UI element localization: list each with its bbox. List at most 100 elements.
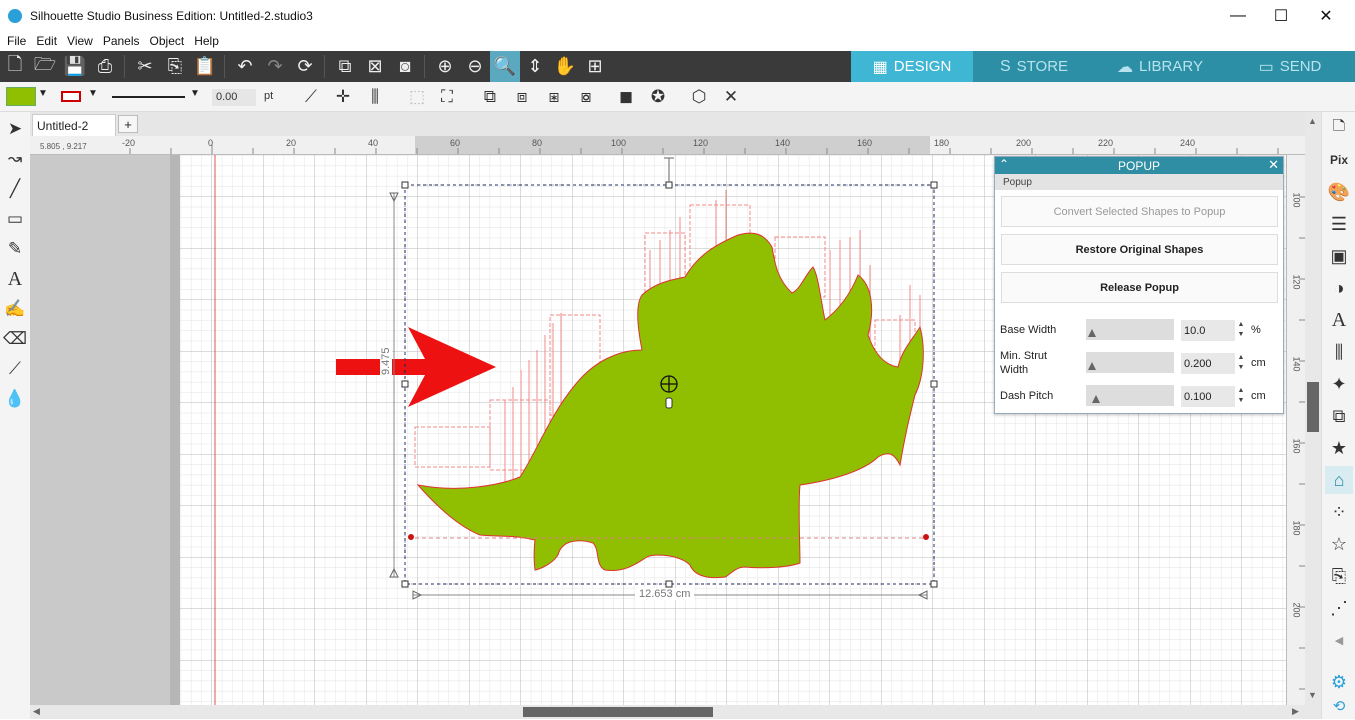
star-icon[interactable]: ✪ <box>644 84 672 110</box>
modify-icon[interactable]: ⧉ <box>1325 402 1353 430</box>
slider-thumb[interactable] <box>1092 395 1100 403</box>
tab-send[interactable]: ▭ SEND <box>1225 51 1355 82</box>
crop-icon[interactable]: ⛶ <box>433 84 461 110</box>
contrast-icon[interactable]: ◑ <box>1325 274 1353 302</box>
group-icon[interactable]: ⧉ <box>330 51 360 82</box>
base-width-spinner[interactable]: ▲ ▼ <box>1236 320 1246 341</box>
new-file-icon[interactable]: 🗋 <box>0 51 30 82</box>
menu-edit[interactable]: Edit <box>31 34 62 48</box>
knife-icon[interactable]: ⟋ <box>3 356 27 382</box>
bring-forward-icon[interactable]: ⧈ <box>508 84 536 110</box>
shape-library-icon[interactable]: ◼ <box>612 84 640 110</box>
scroll-right-icon[interactable]: ▶ <box>1292 706 1299 717</box>
point-edit-icon[interactable]: ↝ <box>3 146 27 172</box>
text-style-icon[interactable]: A <box>1325 306 1353 334</box>
scroll-up-icon[interactable]: ▲ <box>1308 116 1317 126</box>
eraser-icon[interactable]: ⌫ <box>3 326 27 352</box>
horizontal-scroll-thumb[interactable] <box>523 707 713 717</box>
3d-box-icon[interactable]: ⬡ <box>685 84 713 110</box>
page-setup-icon[interactable]: 🗅 <box>1325 114 1353 142</box>
slider-thumb[interactable] <box>1088 362 1096 370</box>
menu-file[interactable]: File <box>2 34 31 48</box>
fill-dropdown-icon[interactable]: ▼ <box>38 88 48 99</box>
slider-thumb[interactable] <box>1088 329 1096 337</box>
restore-original-shapes-button[interactable]: Restore Original Shapes <box>1001 234 1278 265</box>
line-color-swatch[interactable] <box>61 91 81 102</box>
add-tab-button[interactable]: + <box>118 115 138 133</box>
favorites-star-icon[interactable]: ★ <box>1325 434 1353 462</box>
line-color-dropdown-icon[interactable]: ▼ <box>88 88 98 99</box>
dash-pitch-spinner[interactable]: ▲ ▼ <box>1236 386 1246 407</box>
line-style-preview[interactable] <box>112 96 185 98</box>
horizontal-scrollbar[interactable]: ◀ ▶ <box>30 705 1305 719</box>
vertical-scrollbar[interactable]: ▲ ▼ <box>1305 112 1321 719</box>
rectangle-icon[interactable]: ▭ <box>3 206 27 232</box>
paste-icon[interactable]: 📋 <box>190 51 220 82</box>
open-folder-icon[interactable]: 🗁 <box>30 51 60 82</box>
copy-icon[interactable]: ⎘ <box>160 51 190 82</box>
sketch-panel-icon[interactable]: ⋰ <box>1325 594 1353 622</box>
line-style-icon[interactable]: ☰ <box>1325 210 1353 238</box>
document-tab[interactable]: Untitled-2 <box>32 114 116 136</box>
menu-help[interactable]: Help <box>189 34 224 48</box>
vertical-scroll-thumb[interactable] <box>1307 382 1319 432</box>
base-width-slider[interactable] <box>1086 319 1174 340</box>
menu-panels[interactable]: Panels <box>98 34 145 48</box>
line-width-input[interactable]: 0.00 <box>212 89 256 106</box>
line-style-dropdown-icon[interactable]: ▼ <box>190 88 200 99</box>
star-outline-icon[interactable]: ☆ <box>1325 530 1353 558</box>
dash-pitch-input[interactable]: 0.100 <box>1181 386 1235 407</box>
menu-view[interactable]: View <box>62 34 98 48</box>
rhinestone-icon[interactable]: ⁘ <box>1325 498 1353 526</box>
collapse-arrow-icon[interactable]: ◀ <box>1325 626 1353 654</box>
fill-pattern-icon[interactable]: ▣ <box>1325 242 1353 270</box>
compound-path-icon[interactable]: ◙ <box>390 51 420 82</box>
close-window-button[interactable]: ✕ <box>1303 0 1349 31</box>
cut-icon[interactable]: ✂ <box>130 51 160 82</box>
convert-to-popup-button[interactable]: Convert Selected Shapes to Popup <box>1001 196 1278 227</box>
transform-box-icon[interactable]: ⬚ <box>403 84 431 110</box>
undo-icon[interactable]: ↶ <box>230 51 260 82</box>
transform-icon[interactable]: ✦ <box>1325 370 1353 398</box>
scroll-down-icon[interactable]: ▼ <box>1308 690 1317 700</box>
move-icon[interactable]: ✛ <box>329 84 357 110</box>
emboss-icon[interactable]: ⎘ <box>1325 562 1353 590</box>
send-to-back-icon[interactable]: ⧇ <box>572 84 600 110</box>
bring-to-front-icon[interactable]: ⧉ <box>476 84 504 110</box>
zoom-in-icon[interactable]: ⊕ <box>430 51 460 82</box>
maximize-button[interactable]: ☐ <box>1258 0 1304 31</box>
zoom-select-icon[interactable]: 🔍 <box>490 51 520 82</box>
hand-icon[interactable]: ✋ <box>550 51 580 82</box>
send-backward-icon[interactable]: ⧆ <box>540 84 568 110</box>
dash-pitch-slider[interactable] <box>1086 385 1174 406</box>
scroll-left-icon[interactable]: ◀ <box>33 706 40 717</box>
pan-drag-icon[interactable]: ⇕ <box>520 51 550 82</box>
min-strut-width-spinner[interactable]: ▲ ▼ <box>1236 353 1246 374</box>
release-popup-button[interactable]: Release Popup <box>1001 272 1278 303</box>
sketch-icon[interactable]: ✍ <box>3 296 27 322</box>
align-icon[interactable]: ⫼ <box>361 84 389 110</box>
palette-icon[interactable]: 🎨 <box>1325 178 1353 206</box>
eyedropper-icon[interactable]: 💧 <box>3 386 27 412</box>
minimize-button[interactable]: — <box>1215 0 1261 31</box>
pixscan-icon[interactable]: Pix <box>1325 146 1353 174</box>
min-strut-width-slider[interactable] <box>1086 352 1174 373</box>
tab-library[interactable]: ☁ LIBRARY <box>1095 51 1225 82</box>
close-panel-icon[interactable]: ✕ <box>1268 157 1279 173</box>
popup-panel-icon[interactable]: ⌂ <box>1325 466 1353 494</box>
text-tool-icon[interactable]: A <box>3 266 27 292</box>
redo-icon[interactable]: ↷ <box>260 51 290 82</box>
fill-color-swatch[interactable] <box>6 87 36 106</box>
line-tool-icon[interactable]: ⟋ <box>297 84 325 110</box>
base-width-input[interactable]: 10.0 <box>1181 320 1235 341</box>
collapse-icon[interactable]: ⌃ <box>999 157 1009 171</box>
print-icon[interactable]: ⎙ <box>90 51 120 82</box>
sync-icon[interactable]: ⟲ <box>1325 692 1353 720</box>
align-panel-icon[interactable]: ⫼ <box>1325 338 1353 366</box>
min-strut-width-input[interactable]: 0.200 <box>1181 353 1235 374</box>
menu-object[interactable]: Object <box>145 34 190 48</box>
pencil-icon[interactable]: ✎ <box>3 236 27 262</box>
fit-to-page-icon[interactable]: ⊞ <box>580 51 610 82</box>
close-x-icon[interactable]: ✕ <box>717 84 745 110</box>
tab-store[interactable]: S STORE <box>973 51 1095 82</box>
